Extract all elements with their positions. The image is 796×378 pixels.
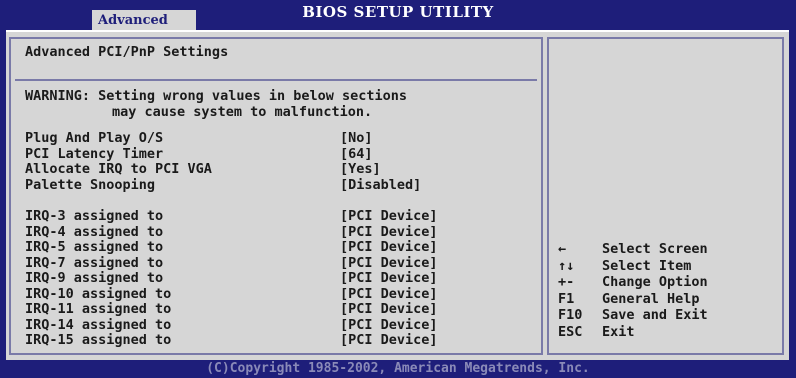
irq-row-7[interactable]: IRQ-7 assigned to [PCI Device] xyxy=(25,254,535,272)
irq-value[interactable]: [PCI Device] xyxy=(340,208,438,225)
help-key: +- xyxy=(558,274,575,290)
help-key: F10 xyxy=(558,307,583,323)
irq-value[interactable]: [PCI Device] xyxy=(340,224,438,241)
copyright-footer: (C)Copyright 1985-2002, American Megatre… xyxy=(206,361,590,376)
irq-row-14[interactable]: IRQ-14 assigned to [PCI Device] xyxy=(25,316,535,334)
setting-label: Palette Snooping xyxy=(25,176,156,193)
help-select-screen: ← Select Screen xyxy=(558,241,788,257)
section-divider xyxy=(15,79,537,81)
irq-value[interactable]: [PCI Device] xyxy=(340,270,438,287)
irq-label: IRQ-3 assigned to xyxy=(25,208,164,224)
irq-label: IRQ-11 assigned to xyxy=(25,301,172,317)
irq-label: IRQ-14 assigned to xyxy=(25,316,172,333)
help-key: ESC xyxy=(558,323,583,340)
tab-advanced[interactable]: Advanced xyxy=(92,10,196,30)
help-desc: Exit xyxy=(602,323,635,340)
setting-value[interactable]: [Disabled] xyxy=(340,177,421,194)
title-bar: BIOS SETUP UTILITY Advanced xyxy=(0,0,796,30)
setting-row-palette-snooping[interactable]: Palette Snooping [Disabled] xyxy=(25,176,535,194)
help-desc: Select Screen xyxy=(602,241,708,257)
help-change-option: +- Change Option xyxy=(558,274,788,290)
help-key: F1 xyxy=(558,290,575,307)
setting-value[interactable]: [Yes] xyxy=(340,161,381,178)
help-exit: ESC Exit xyxy=(558,324,788,340)
arrow-left-icon: ← xyxy=(558,241,567,257)
setting-row-allocate-irq-vga[interactable]: Allocate IRQ to PCI VGA [Yes] xyxy=(25,161,535,178)
irq-label: IRQ-4 assigned to xyxy=(25,223,164,240)
help-general-help: F1 General Help xyxy=(558,291,788,307)
irq-row-10[interactable]: IRQ-10 assigned to [PCI Device] xyxy=(25,285,535,303)
help-desc: Change Option xyxy=(602,274,708,290)
irq-row-11[interactable]: IRQ-11 assigned to [PCI Device] xyxy=(25,301,535,318)
irq-value[interactable]: [PCI Device] xyxy=(340,332,438,349)
main-panel: Advanced PCI/PnP Settings WARNING: Setti… xyxy=(6,30,789,360)
setting-value[interactable]: [64] xyxy=(340,146,373,163)
setting-label: PCI Latency Timer xyxy=(25,145,164,162)
irq-label: IRQ-7 assigned to xyxy=(25,254,164,271)
irq-value[interactable]: [PCI Device] xyxy=(340,255,438,272)
warning-line-1: WARNING: Setting wrong values in below s… xyxy=(25,88,408,104)
setting-row-plug-and-play[interactable]: Plug And Play O/S [No] xyxy=(25,130,535,147)
irq-label: IRQ-9 assigned to xyxy=(25,270,164,286)
setting-label: Allocate IRQ to PCI VGA xyxy=(25,161,212,177)
setting-row-pci-latency[interactable]: PCI Latency Timer [64] xyxy=(25,145,535,163)
help-select-item: ↑↓ Select Item xyxy=(558,258,788,274)
warning-line-2: may cause system to malfunction. xyxy=(112,103,373,120)
irq-value[interactable]: [PCI Device] xyxy=(340,317,438,334)
irq-value[interactable]: [PCI Device] xyxy=(340,286,438,303)
irq-label: IRQ-5 assigned to xyxy=(25,239,164,255)
irq-row-9[interactable]: IRQ-9 assigned to [PCI Device] xyxy=(25,270,535,287)
help-save-exit: F10 Save and Exit xyxy=(558,307,788,323)
help-desc: Save and Exit xyxy=(602,307,708,323)
arrow-up-down-icon: ↑↓ xyxy=(558,257,575,274)
irq-label: IRQ-10 assigned to xyxy=(25,285,172,302)
irq-value[interactable]: [PCI Device] xyxy=(340,301,438,318)
setting-value[interactable]: [No] xyxy=(340,130,373,147)
irq-row-4[interactable]: IRQ-4 assigned to [PCI Device] xyxy=(25,223,535,241)
help-desc: Select Item xyxy=(602,257,692,274)
irq-row-5[interactable]: IRQ-5 assigned to [PCI Device] xyxy=(25,239,535,256)
help-desc: General Help xyxy=(602,290,700,307)
section-title: Advanced PCI/PnP Settings xyxy=(25,44,229,60)
irq-value[interactable]: [PCI Device] xyxy=(340,239,438,256)
setting-label: Plug And Play O/S xyxy=(25,130,164,146)
irq-row-3[interactable]: IRQ-3 assigned to [PCI Device] xyxy=(25,208,535,225)
irq-label: IRQ-15 assigned to xyxy=(25,332,172,348)
settings-frame: Advanced PCI/PnP Settings WARNING: Setti… xyxy=(9,37,543,355)
irq-row-15[interactable]: IRQ-15 assigned to [PCI Device] xyxy=(25,332,535,349)
